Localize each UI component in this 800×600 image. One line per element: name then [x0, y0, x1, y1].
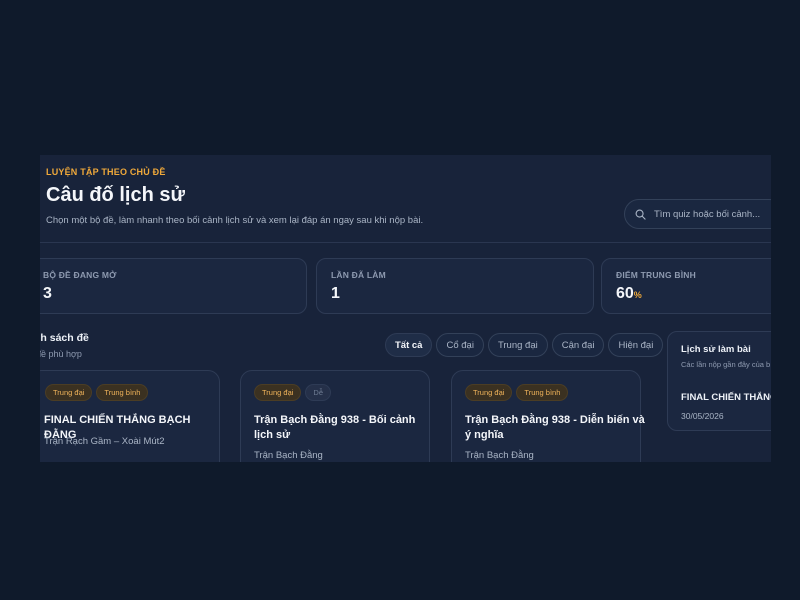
card-subtitle: Trận Bạch Đằng	[254, 450, 323, 461]
tag-difficulty: Dễ	[305, 384, 331, 401]
stat-attempts: LẦN ĐÃ LÀM 1	[316, 258, 594, 314]
filter-all[interactable]: Tất cả	[385, 333, 433, 357]
card-tags: Trung đại Trung bình	[465, 384, 569, 401]
stat-suffix: %	[633, 290, 642, 300]
list-subtitle: đề phù hợp	[40, 349, 82, 359]
card-title: Trận Bạch Đằng 938 - Diễn biến và ý nghĩ…	[465, 414, 645, 441]
section-eyebrow: LUYỆN TẬP THEO CHỦ ĐỀ	[46, 167, 166, 177]
tag-period: Trung đại	[45, 384, 93, 401]
quiz-card[interactable]: Trung đại Trung bình FINAL CHIẾN THẮNG B…	[40, 370, 220, 462]
search-icon	[635, 209, 646, 220]
quiz-card[interactable]: Trung đại Trung bình Trận Bạch Đằng 938 …	[451, 370, 645, 462]
history-item-title[interactable]: FINAL CHIẾN THẮNG	[681, 392, 771, 403]
stat-open-sets: BỘ ĐỀ ĐANG MỞ 3	[40, 258, 307, 314]
filter-bar: Tất cả Cổ đại Trung đại Cận đại Hiện đại	[385, 333, 664, 357]
header-divider	[40, 242, 771, 243]
stat-label: BỘ ĐỀ ĐANG MỞ	[43, 270, 117, 280]
tag-period: Trung đại	[254, 384, 302, 401]
card-title: Trận Bạch Đằng 938 - Bối cảnh lịch sử	[254, 414, 416, 441]
stat-value: 60%	[616, 285, 642, 302]
card-subtitle: Trận Bạch Đằng	[465, 450, 534, 461]
tag-difficulty: Trung bình	[96, 384, 149, 401]
page-title: Câu đố lịch sử	[46, 184, 185, 206]
history-subtitle: Các lần nộp gần đây của b	[681, 360, 771, 369]
tag-difficulty: Trung bình	[516, 384, 569, 401]
card-tags: Trung đại Trung bình	[45, 384, 149, 401]
history-title: Lịch sử làm bài	[681, 344, 751, 355]
search-box[interactable]	[624, 199, 771, 229]
list-title: nh sách đề	[40, 332, 89, 344]
stat-label: LẦN ĐÃ LÀM	[331, 270, 386, 280]
filter-modern[interactable]: Hiện đại	[608, 333, 664, 357]
history-item-date: 30/05/2026	[681, 411, 724, 421]
card-tags: Trung đại Dễ	[254, 384, 331, 401]
stat-average-score: ĐIỂM TRUNG BÌNH 60%	[601, 258, 771, 314]
history-panel: Lịch sử làm bài Các lần nộp gần đây của …	[667, 331, 771, 431]
stat-value: 1	[331, 285, 340, 302]
quiz-panel: LUYỆN TẬP THEO CHỦ ĐỀ Câu đố lịch sử Chọ…	[40, 155, 771, 462]
page-subtitle: Chọn một bộ đề, làm nhanh theo bối cảnh …	[46, 215, 424, 226]
filter-early-modern[interactable]: Cận đại	[551, 333, 605, 357]
stat-value: 3	[43, 285, 52, 302]
quiz-card[interactable]: Trung đại Dễ Trận Bạch Đằng 938 - Bối cả…	[240, 370, 430, 462]
stat-label: ĐIỂM TRUNG BÌNH	[616, 270, 696, 280]
filter-ancient[interactable]: Cổ đại	[436, 333, 484, 357]
card-subtitle: Trận Rạch Gầm – Xoài Mút2	[44, 436, 165, 447]
tag-period: Trung đại	[465, 384, 513, 401]
search-input[interactable]	[654, 208, 771, 220]
filter-medieval[interactable]: Trung đại	[487, 333, 548, 357]
